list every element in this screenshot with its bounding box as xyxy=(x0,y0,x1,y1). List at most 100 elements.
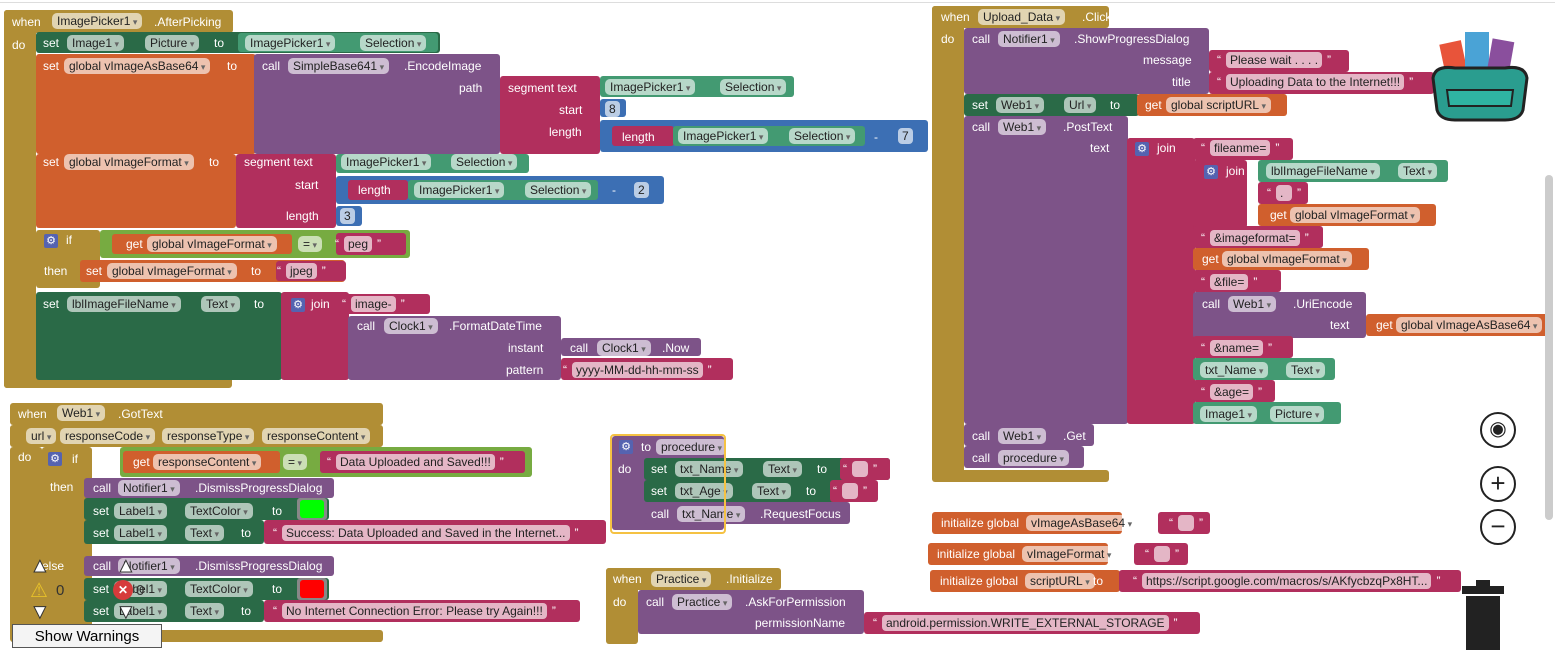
after-picking-dropdown-field[interactable]: Clock1 xyxy=(597,340,651,356)
after-picking-dropdown-field[interactable]: = xyxy=(298,236,323,252)
globals-string-literal[interactable] xyxy=(1145,546,1179,562)
after-picking-dropdown-field[interactable]: Selection xyxy=(525,182,592,198)
after-picking-string-literal[interactable]: peg xyxy=(335,236,381,252)
after-picking-dropdown-field[interactable]: ImagePicker1 xyxy=(605,79,696,95)
mutator-gear-icon[interactable]: ⚙ xyxy=(44,234,58,248)
got-text-dropdown-field[interactable]: Text xyxy=(185,603,225,619)
after-picking-dropdown-field[interactable]: Selection xyxy=(720,79,787,95)
after-picking-dropdown-field[interactable]: ImagePicker1 xyxy=(678,128,769,144)
trash-icon[interactable] xyxy=(1462,580,1504,650)
after-picking-number-literal[interactable]: 8 xyxy=(605,101,620,117)
got-text-dropdown-field[interactable]: Label1 xyxy=(114,503,168,519)
upload-dropdown-field[interactable]: Notifier1 xyxy=(998,31,1060,47)
after-picking-string-literal[interactable]: yyyy-MM-dd-hh-mm-ss xyxy=(563,362,711,378)
after-picking-dropdown-field[interactable]: Picture xyxy=(145,35,200,51)
upload-dropdown-field[interactable]: Image1 xyxy=(1200,406,1258,422)
globals-dropdown-field[interactable]: vImageAsBase64 xyxy=(1026,515,1138,531)
warning-next-arrow-icon[interactable]: ▼ xyxy=(30,602,51,623)
got-text-dropdown-field[interactable]: responseCode xyxy=(60,428,156,444)
after-picking-string-literal[interactable]: image- xyxy=(342,296,404,312)
got-text-dropdown-field[interactable]: responseContent xyxy=(262,428,371,444)
after-picking-dropdown-field[interactable]: ImagePicker1 xyxy=(414,182,505,198)
upload-dropdown-field[interactable]: Web1 xyxy=(996,97,1045,113)
got-text-dropdown-field[interactable]: responseContent xyxy=(153,454,262,470)
globals-string-literal[interactable]: https://script.google.com/macros/s/AKfyc… xyxy=(1133,573,1441,589)
after-picking-dropdown-field[interactable]: global vImageFormat xyxy=(107,263,237,279)
after-picking-dropdown-field[interactable]: ImagePicker1 xyxy=(245,35,336,51)
after-picking-dropdown-field[interactable]: ImagePicker1 xyxy=(341,154,432,170)
zoom-out-icon[interactable]: − xyxy=(1480,509,1516,545)
upload-string-literal[interactable]: . xyxy=(1267,185,1301,201)
zoom-in-icon[interactable]: + xyxy=(1480,466,1516,502)
upload-dropdown-field[interactable]: global vImageFormat xyxy=(1290,207,1420,223)
mutator-gear-icon[interactable]: ⚙ xyxy=(48,452,62,466)
upload-string-literal[interactable]: fileanme= xyxy=(1201,140,1280,156)
got-text-dropdown-field[interactable]: TextColor xyxy=(185,581,253,597)
after-picking-dropdown-field[interactable]: Selection xyxy=(789,128,856,144)
got-text-string-literal[interactable]: Data Uploaded and Saved!!! xyxy=(327,454,504,470)
upload-dropdown-field[interactable]: procedure xyxy=(998,450,1070,466)
upload-dropdown-field[interactable]: Text xyxy=(1398,163,1438,179)
after-picking-dropdown-field[interactable]: ImagePicker1 xyxy=(52,13,143,29)
upload-dropdown-field[interactable]: global vImageFormat xyxy=(1222,251,1352,267)
block-shape[interactable] xyxy=(964,116,1128,424)
show-warnings-button[interactable]: Show Warnings xyxy=(12,624,162,648)
after-picking-dropdown-field[interactable]: Selection xyxy=(451,154,518,170)
upload-dropdown-field[interactable]: global scriptURL xyxy=(1166,97,1272,113)
upload-dropdown-field[interactable]: Text xyxy=(1286,362,1326,378)
upload-dropdown-field[interactable]: Url xyxy=(1064,97,1097,113)
after-picking-dropdown-field[interactable]: global vImageAsBase64 xyxy=(64,58,211,74)
upload-string-literal[interactable]: &age= xyxy=(1201,384,1262,400)
block-shape[interactable] xyxy=(300,500,324,518)
globals-string-literal[interactable] xyxy=(1169,515,1203,531)
mutator-gear-icon[interactable]: ⚙ xyxy=(1135,142,1149,156)
got-text-string-literal[interactable]: No Internet Connection Error: Please try… xyxy=(273,603,556,619)
block-shape[interactable] xyxy=(4,10,36,388)
upload-dropdown-field[interactable]: Web1 xyxy=(998,119,1047,135)
after-picking-dropdown-field[interactable]: lblImageFileName xyxy=(67,296,181,312)
warning-prev-arrow-icon[interactable]: ▲ xyxy=(30,556,51,577)
got-text-dropdown-field[interactable]: Notifier1 xyxy=(118,480,180,496)
block-shape[interactable] xyxy=(300,580,324,598)
after-picking-dropdown-field[interactable]: SimpleBase641 xyxy=(288,58,390,74)
got-text-dropdown-field[interactable]: = xyxy=(283,454,308,470)
block-shape[interactable] xyxy=(84,520,264,544)
procedure-dropdown-field[interactable]: Text xyxy=(752,483,792,499)
after-picking-number-literal[interactable]: 7 xyxy=(898,128,913,144)
practice-dropdown-field[interactable]: Practice xyxy=(672,594,733,610)
after-picking-number-literal[interactable]: 3 xyxy=(340,208,355,224)
upload-string-literal[interactable]: &imageformat= xyxy=(1201,230,1308,246)
vertical-scrollbar[interactable] xyxy=(1545,175,1553,520)
upload-dropdown-field[interactable]: Picture xyxy=(1270,406,1325,422)
after-picking-dropdown-field[interactable]: global vImageFormat xyxy=(64,154,194,170)
upload-string-literal[interactable]: &name= xyxy=(1201,340,1272,356)
practice-dropdown-field[interactable]: Practice xyxy=(651,571,712,587)
error-next-arrow-icon[interactable]: ▼ xyxy=(116,602,137,623)
upload-dropdown-field[interactable]: lblImageFileName xyxy=(1266,163,1380,179)
after-picking-dropdown-field[interactable]: Text xyxy=(201,296,241,312)
after-picking-dropdown-field[interactable]: Image1 xyxy=(67,35,125,51)
procedure-string-literal[interactable] xyxy=(843,461,877,477)
upload-dropdown-field[interactable]: Upload_Data xyxy=(978,9,1066,25)
block-shape[interactable] xyxy=(84,600,264,622)
upload-dropdown-field[interactable]: txt_Name xyxy=(1200,362,1269,378)
after-picking-string-literal[interactable]: jpeg xyxy=(277,263,325,279)
got-text-dropdown-field[interactable]: Web1 xyxy=(57,405,106,421)
got-text-dropdown-field[interactable]: TextColor xyxy=(185,503,253,519)
after-picking-dropdown-field[interactable]: global vImageFormat xyxy=(147,236,277,252)
upload-dropdown-field[interactable]: Web1 xyxy=(1228,296,1277,312)
upload-string-literal[interactable]: Please wait . . . . xyxy=(1217,52,1331,68)
practice-string-literal[interactable]: android.permission.WRITE_EXTERNAL_STORAG… xyxy=(873,615,1177,631)
upload-string-literal[interactable]: &file= xyxy=(1201,274,1258,290)
upload-dropdown-field[interactable]: Web1 xyxy=(998,428,1047,444)
block-shape[interactable] xyxy=(1127,138,1195,424)
procedure-dropdown-field[interactable]: Text xyxy=(763,461,803,477)
got-text-dropdown-field[interactable]: url xyxy=(26,428,57,444)
upload-dropdown-field[interactable]: global vImageAsBase64 xyxy=(1396,317,1543,333)
got-text-dropdown-field[interactable]: Label1 xyxy=(114,525,168,541)
got-text-dropdown-field[interactable]: Text xyxy=(185,525,225,541)
mutator-gear-icon[interactable]: ⚙ xyxy=(291,298,305,312)
got-text-string-literal[interactable]: Success: Data Uploaded and Saved in the … xyxy=(273,525,578,541)
procedure-string-literal[interactable] xyxy=(833,483,867,499)
after-picking-dropdown-field[interactable]: Clock1 xyxy=(384,318,438,334)
